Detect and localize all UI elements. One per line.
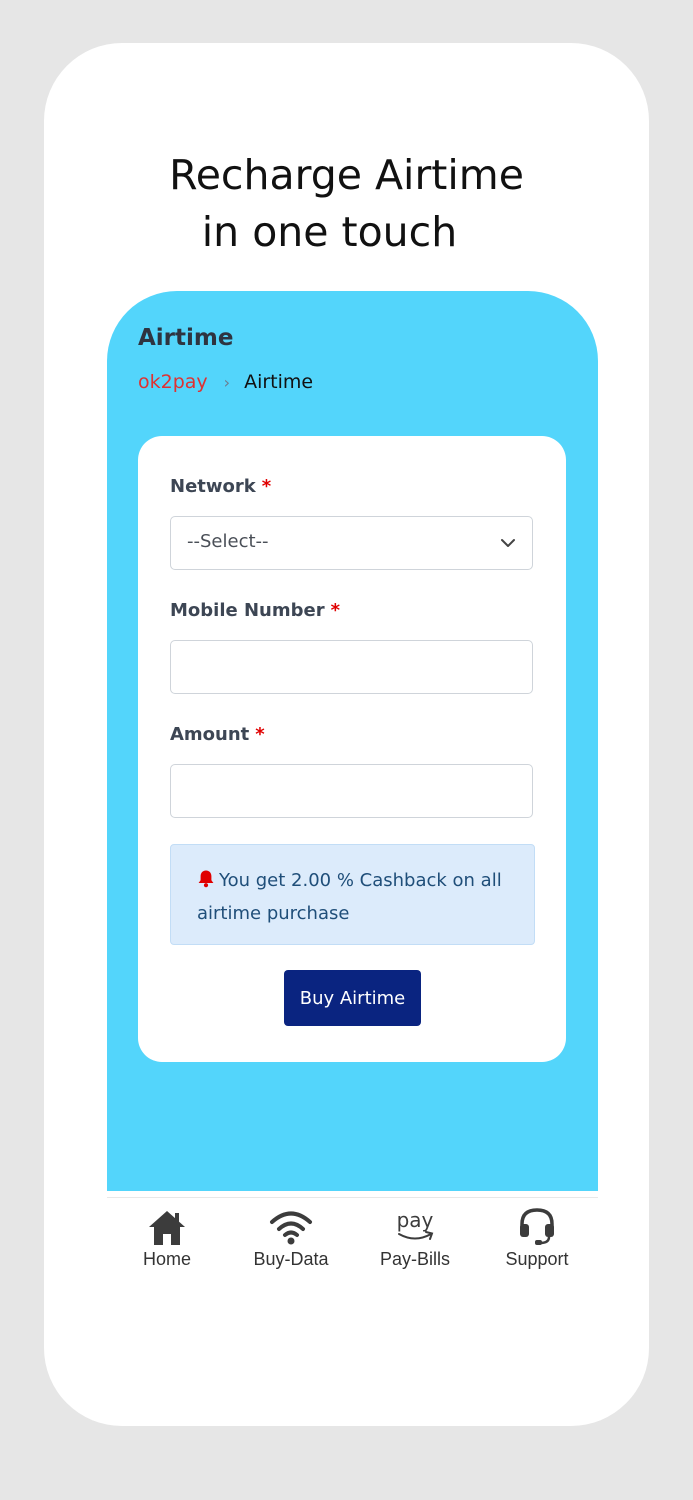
buy-airtime-button[interactable]: Buy Airtime	[284, 970, 421, 1026]
nav-label-support: Support	[505, 1249, 569, 1269]
amount-label: Amount *	[170, 724, 265, 745]
nav-item-support[interactable]: Support	[482, 1204, 592, 1270]
promo-line-1: Recharge Airtime	[169, 151, 524, 199]
breadcrumb-current: Airtime	[244, 371, 314, 393]
cashback-alert: You get 2.00 % Cashback on all airtime p…	[170, 844, 535, 945]
breadcrumb-home-link[interactable]: ok2pay	[138, 371, 208, 393]
nav-label-buy-data: Buy-Data	[253, 1249, 329, 1269]
home-icon	[112, 1204, 222, 1246]
mobile-number-label-text: Mobile Number	[170, 600, 325, 621]
nav-item-pay-bills[interactable]: pay Pay-Bills	[360, 1204, 470, 1270]
breadcrumb-separator: ›	[223, 372, 231, 392]
nav-item-buy-data[interactable]: Buy-Data	[236, 1204, 346, 1270]
nav-item-home[interactable]: Home	[112, 1204, 222, 1270]
bell-icon	[197, 867, 215, 898]
amount-input[interactable]	[170, 764, 533, 818]
headset-icon	[482, 1204, 592, 1246]
nav-label-pay-bills: Pay-Bills	[379, 1249, 450, 1269]
network-label: Network *	[170, 476, 271, 497]
chevron-down-icon	[500, 535, 516, 555]
app-screen: Airtime ok2pay › Airtime Network * --Sele…	[107, 291, 598, 1191]
network-select-value: --Select--	[187, 531, 269, 552]
pay-icon-text: pay	[397, 1208, 434, 1232]
cashback-text: You get 2.00 % Cashback on all airtime p…	[197, 870, 502, 924]
breadcrumb: ok2pay › Airtime	[138, 371, 313, 393]
airtime-form-card: Network * --Select-- Mobile Number * Amoun…	[138, 436, 566, 1062]
network-select[interactable]: --Select--	[170, 516, 533, 570]
required-marker: *	[261, 476, 272, 497]
required-marker: *	[255, 724, 265, 745]
network-label-text: Network	[170, 476, 256, 497]
amazon-pay-icon: pay	[360, 1204, 470, 1246]
promo-headline: Recharge Airtime in one touch	[0, 147, 693, 261]
wifi-icon	[236, 1204, 346, 1246]
mobile-number-input[interactable]	[170, 640, 533, 694]
promo-line-2: in one touch	[201, 208, 458, 256]
bottom-nav: Home Buy-Data pay Pay-Bills Support	[107, 1197, 598, 1278]
page-title: Airtime	[138, 325, 234, 351]
mobile-number-label: Mobile Number *	[170, 600, 340, 621]
nav-label-home: Home	[142, 1249, 191, 1269]
amount-label-text: Amount	[170, 724, 250, 745]
required-marker: *	[330, 600, 341, 621]
